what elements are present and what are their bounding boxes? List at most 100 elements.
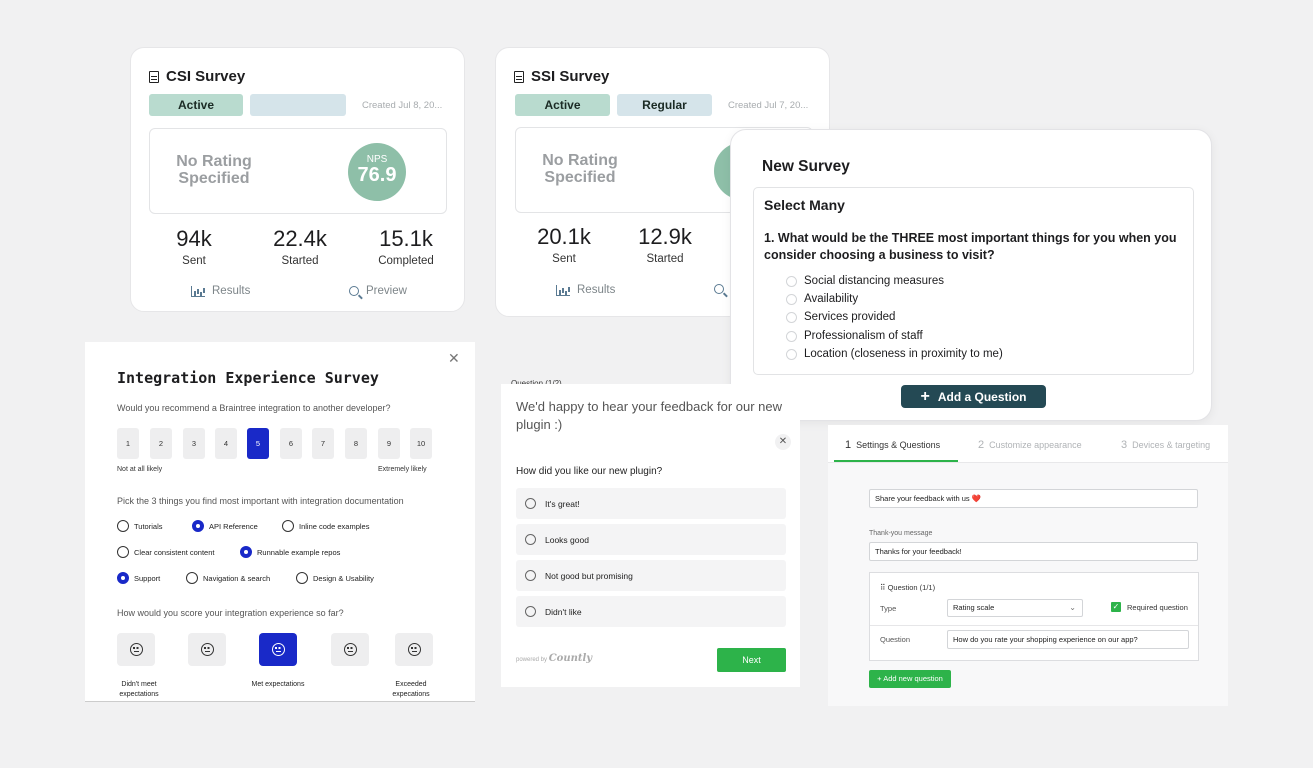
thankyou-label: Thank-you message: [869, 530, 933, 537]
radio-icon: [525, 570, 536, 581]
answer-option[interactable]: Looks good: [516, 524, 786, 555]
bar-chart-icon: [556, 284, 570, 296]
radio-checked-icon: [192, 520, 204, 532]
rating-face-3[interactable]: [259, 633, 297, 666]
add-new-question-button[interactable]: + Add new question: [869, 670, 951, 688]
created-date: Created Jul 7, 20...: [728, 100, 809, 111]
option-clear-consistent-content[interactable]: Clear consistent content: [117, 546, 214, 558]
nps-badge: NPS 76.9: [348, 143, 406, 201]
feedback-widget: We'd happy to hear your feedback for our…: [501, 384, 800, 687]
option-navigation-search[interactable]: Navigation & search: [186, 572, 270, 584]
add-question-button[interactable]: + Add a Question: [901, 385, 1046, 408]
stat-sent: 94k Sent: [176, 226, 212, 267]
rating-box: No Rating Specified NPS 76.9: [149, 128, 447, 214]
no-rating-text: No Rating Specified: [176, 153, 252, 187]
question-header: ⠿ Question (1/1): [880, 583, 936, 592]
answer-option[interactable]: Not good but promising: [516, 560, 786, 591]
answer-option[interactable]: Didn't like: [516, 596, 786, 627]
scale-button-5[interactable]: 5: [247, 428, 269, 459]
stat-started: 22.4k Started: [273, 226, 327, 267]
nps-value: 76.9: [357, 164, 397, 186]
scale-low-label: Not at all likely: [117, 466, 163, 473]
type-badge: [250, 94, 346, 116]
stat-sent: 20.1k Sent: [537, 224, 591, 265]
headline-input[interactable]: Share your feedback with us ❤️: [869, 489, 1198, 508]
option-item[interactable]: Location (closeness in proximity to me): [786, 348, 1003, 360]
radio-icon: [786, 275, 797, 287]
option-runnable-example-repos[interactable]: Runnable example repos: [240, 546, 340, 558]
tab-settings-questions[interactable]: 1 Settings & Questions: [845, 439, 940, 451]
scale-button-6[interactable]: 6: [280, 428, 302, 459]
radio-icon: [186, 572, 198, 584]
rating-face-2[interactable]: [188, 633, 226, 666]
option-tutorials[interactable]: Tutorials: [117, 520, 162, 532]
option-support[interactable]: Support: [117, 572, 160, 584]
csi-survey-card[interactable]: CSI Survey Active Created Jul 8, 20... N…: [130, 47, 465, 312]
status-badge: Active: [515, 94, 610, 116]
scale-button-1[interactable]: 1: [117, 428, 139, 459]
radio-icon: [282, 520, 294, 532]
scale-button-9[interactable]: 9: [378, 428, 400, 459]
type-select[interactable]: Rating scale ⌄: [947, 599, 1083, 617]
face-label-high: Exceeded expecations: [392, 681, 430, 698]
preview-link[interactable]: [714, 284, 724, 294]
integration-survey-card: ✕ Integration Experience Survey Would yo…: [85, 342, 475, 702]
ssi-survey-title: SSI Survey: [514, 68, 609, 85]
radio-icon: [117, 520, 129, 532]
question-2: Pick the 3 things you find most importan…: [117, 496, 404, 506]
results-link[interactable]: Results: [191, 285, 250, 297]
required-checkbox[interactable]: ✓ Required question: [1111, 602, 1188, 612]
tab-devices-targeting[interactable]: 3 Devices & targeting: [1121, 439, 1210, 451]
question-box: Select Many 1. What would be the THREE m…: [753, 187, 1194, 375]
face-label-low: Didn't meet expectations: [119, 681, 159, 698]
radio-icon: [786, 311, 797, 323]
answer-option[interactable]: It's great!: [516, 488, 786, 519]
smile-face-icon: [271, 643, 285, 656]
rating-face-4[interactable]: [331, 633, 369, 666]
happy-face-icon: [343, 643, 357, 656]
rating-face-1[interactable]: [117, 633, 155, 666]
option-item[interactable]: Professionalism of staff: [786, 330, 923, 342]
radio-icon: [296, 572, 308, 584]
close-icon[interactable]: ✕: [775, 434, 791, 450]
option-inline-code-examples[interactable]: Inline code examples: [282, 520, 369, 532]
new-survey-card: New Survey Select Many 1. What would be …: [730, 129, 1212, 421]
countly-logo: Countly: [548, 653, 593, 664]
option-item[interactable]: Social distancing measures: [786, 275, 944, 287]
stat-started: 12.9k Started: [638, 224, 692, 265]
status-badge: Active: [149, 94, 243, 116]
radio-icon: [786, 330, 797, 342]
new-survey-title: New Survey: [762, 158, 850, 175]
scale-button-8[interactable]: 8: [345, 428, 367, 459]
zoom-in-icon: [714, 284, 724, 294]
option-api-reference[interactable]: API Reference: [192, 520, 258, 532]
close-icon[interactable]: ✕: [448, 350, 460, 367]
neutral-face-icon: [200, 643, 214, 656]
scale-button-4[interactable]: 4: [215, 428, 237, 459]
option-item[interactable]: Services provided: [786, 311, 895, 323]
question-label: Question: [880, 635, 911, 644]
survey-title: Integration Experience Survey: [117, 369, 379, 387]
no-rating-text: No Rating Specified: [542, 152, 618, 186]
bar-chart-icon: [191, 285, 205, 297]
preview-link[interactable]: Preview: [349, 285, 407, 297]
widget-question: How did you like our new plugin?: [516, 466, 663, 477]
scale-button-2[interactable]: 2: [150, 428, 172, 459]
results-link[interactable]: Results: [556, 284, 615, 296]
question-1: Would you recommend a Braintree integrat…: [117, 403, 391, 413]
radio-checked-icon: [117, 572, 129, 584]
settings-panel: 1 Settings & Questions 2 Customize appeara…: [828, 425, 1228, 706]
scale-button-10[interactable]: 10: [410, 428, 432, 459]
scale-button-3[interactable]: 3: [183, 428, 205, 459]
question-input[interactable]: How do you rate your shopping experience…: [947, 630, 1189, 649]
chevron-down-icon: ⌄: [1069, 603, 1076, 612]
thankyou-input[interactable]: Thanks for your feedback!: [869, 542, 1198, 561]
scale-button-7[interactable]: 7: [312, 428, 334, 459]
next-button[interactable]: Next: [717, 648, 786, 672]
option-item[interactable]: Availability: [786, 293, 858, 305]
option-design-usability[interactable]: Design & Usability: [296, 572, 374, 584]
radio-icon: [525, 498, 536, 509]
tab-customize-appearance[interactable]: 2 Customize appearance: [978, 439, 1082, 451]
rating-face-5[interactable]: [395, 633, 433, 666]
stat-completed: 15.1k Completed: [378, 226, 434, 267]
